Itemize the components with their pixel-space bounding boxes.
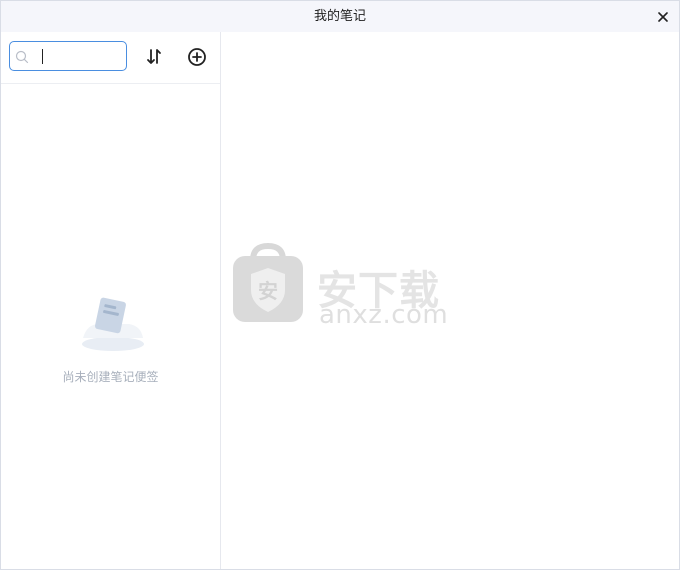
sidebar-toolbar [1,32,220,84]
empty-state-text: 尚未创建笔记便签 [62,370,159,384]
watermark-text-en: anxz.com [319,300,449,330]
notes-window: 我的笔记 尚未创建笔记便签 安 安下载 anxz.com [0,0,680,570]
empty-notes-illustration [82,297,144,351]
sort-icon [147,49,161,64]
search-box[interactable] [9,41,127,71]
title-bar: 我的笔记 [1,1,679,32]
search-icon [15,50,29,64]
window-title: 我的笔记 [313,9,366,24]
empty-state: 尚未创建笔记便签 [1,282,220,402]
close-icon [658,12,668,22]
note-content-area: 安 安下载 anxz.com [221,32,679,569]
text-cursor [42,49,43,64]
shield-bag-logo: 安 [233,242,303,322]
watermark: 安 安下载 anxz.com [231,242,451,332]
sort-button[interactable] [143,46,165,68]
svg-text:安: 安 [258,279,278,303]
search-input[interactable] [34,46,122,66]
notes-sidebar: 尚未创建笔记便签 [1,32,221,569]
add-circle-icon [188,48,206,66]
close-button[interactable] [653,7,673,27]
add-note-button[interactable] [186,46,208,68]
